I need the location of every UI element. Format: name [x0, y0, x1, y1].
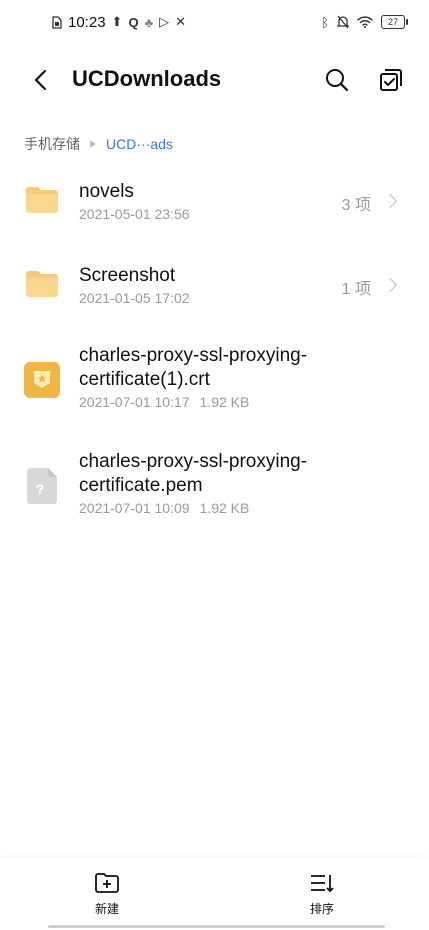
tools-icon: ✕	[175, 14, 187, 29]
wifi-icon	[357, 16, 373, 28]
home-indicator[interactable]	[48, 925, 385, 928]
multi-select-button[interactable]	[374, 62, 408, 98]
file-row-crt[interactable]: charles-proxy-ssl-proxying-certificate(1…	[0, 328, 429, 434]
folder-icon	[26, 271, 58, 297]
app-icon: ♣	[144, 14, 154, 30]
breadcrumb-root[interactable]: 手机存储	[24, 134, 80, 154]
item-count: 1 项	[341, 281, 371, 298]
new-folder-icon	[95, 873, 119, 893]
breadcrumb-current[interactable]: UCD···ads	[106, 136, 173, 152]
back-icon	[34, 69, 47, 91]
status-bar: 10:23 ⬆ Q ♣ ▷ ✕ ᛒ 27	[0, 0, 429, 44]
app-header: UCDownloads	[0, 52, 429, 108]
q-icon: Q	[128, 14, 139, 30]
battery-level: 27	[387, 17, 398, 27]
unknown-file-icon: ?	[27, 468, 57, 504]
mute-icon	[337, 15, 349, 29]
file-row-pem[interactable]: ? charles-proxy-ssl-proxying-certificate…	[0, 434, 429, 540]
file-row-screenshot[interactable]: Screenshot 2021-01-05 17:02 1 项	[0, 244, 429, 328]
file-row-novels[interactable]: novels 2021-05-01 23:56 3 项	[0, 160, 429, 244]
battery-icon: 27	[381, 15, 408, 29]
upload-icon: ⬆	[111, 14, 123, 29]
certificate-icon	[24, 362, 60, 398]
file-meta: 2021-07-01 10:17 1.92 KB	[79, 394, 249, 410]
breadcrumb-separator-icon	[90, 140, 96, 148]
svg-text:?: ?	[36, 481, 45, 497]
new-button[interactable]: 新建	[67, 872, 147, 922]
sim-icon	[52, 15, 62, 29]
sort-button-label: 排序	[309, 902, 334, 916]
breadcrumb: 手机存储 UCD···ads	[24, 134, 173, 154]
file-size: 1.92 KB	[199, 500, 250, 516]
chevron-right-icon	[382, 193, 398, 209]
play-icon: ▷	[159, 14, 170, 29]
file-date: 2021-01-05 17:02	[79, 290, 190, 306]
back-button[interactable]	[24, 62, 56, 98]
sort-icon	[311, 875, 334, 893]
sort-button[interactable]: 排序	[282, 872, 362, 922]
file-meta: 2021-07-01 10:09 1.92 KB	[79, 500, 249, 516]
folder-icon	[26, 187, 58, 213]
file-name: novels	[79, 181, 134, 202]
file-date-text: 2021-01-05 17:02	[79, 290, 190, 306]
page-title: UCDownloads	[72, 66, 222, 91]
bluetooth-icon: ᛒ	[321, 14, 329, 30]
file-name: charles-proxy-ssl-proxying-certificate(1…	[79, 345, 308, 390]
file-list: novels 2021-05-01 23:56 3 项 Screenshot 2…	[0, 160, 429, 540]
file-name: Screenshot	[79, 265, 176, 286]
file-date-text: 2021-05-01 23:56	[79, 206, 190, 222]
file-date-text: 2021-07-01 10:17	[79, 394, 190, 410]
new-button-label: 新建	[94, 902, 119, 916]
multi-select-icon	[380, 69, 402, 91]
file-size: 1.92 KB	[199, 394, 250, 410]
search-button[interactable]	[320, 62, 354, 98]
status-time: 10:23	[68, 13, 106, 31]
file-name: charles-proxy-ssl-proxying-certificate.p…	[79, 451, 308, 496]
file-date-text: 2021-07-01 10:09	[79, 500, 190, 516]
item-count: 3 项	[341, 197, 371, 214]
chevron-right-icon	[382, 277, 398, 293]
bottom-action-bar: 新建 排序	[0, 858, 429, 930]
search-icon	[326, 69, 349, 92]
file-date: 2021-05-01 23:56	[79, 206, 190, 222]
